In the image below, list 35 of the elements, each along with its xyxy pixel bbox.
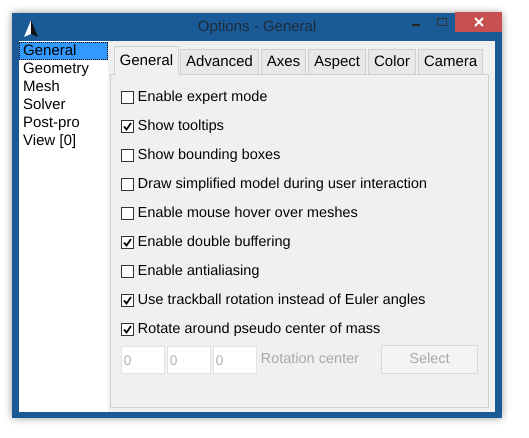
tab[interactable]: Color: [368, 49, 416, 74]
sidebar-item[interactable]: View [0]: [19, 132, 108, 150]
checkbox-label: Enable expert mode: [138, 88, 268, 107]
checkbox-label: Rotate around pseudo center of mass: [138, 320, 380, 339]
window-title: Options - General: [198, 16, 316, 37]
tab[interactable]: Camera: [418, 49, 484, 74]
tab[interactable]: Axes: [260, 49, 306, 74]
tab[interactable]: Advanced: [180, 49, 259, 74]
checkbox-label: Enable double buffering: [138, 232, 291, 252]
checkbox-label: Show bounding boxes: [138, 146, 280, 165]
tab[interactable]: General: [114, 46, 180, 75]
close-icon: [474, 17, 484, 27]
checkbox[interactable]: [120, 323, 134, 336]
checkbox-label: Show tooltips: [138, 116, 224, 136]
checkbox[interactable]: [120, 149, 134, 162]
app-logo-icon: [23, 20, 39, 38]
tab[interactable]: Aspect: [308, 49, 366, 74]
close-button[interactable]: [455, 12, 502, 32]
checkbox[interactable]: [120, 120, 134, 133]
rotation-center-label: Rotation center: [260, 350, 359, 369]
checkbox[interactable]: [120, 207, 134, 220]
sidebar-item[interactable]: Solver: [19, 96, 108, 114]
checkbox[interactable]: [120, 265, 134, 278]
checkbox-label: Enable mouse hover over meshes: [138, 204, 358, 223]
checkbox-label: Use trackball rotation instead of Euler angles: [138, 290, 426, 310]
sidebar-item[interactable]: Mesh: [19, 78, 108, 96]
sidebar-item[interactable]: Geometry: [19, 60, 108, 78]
checkbox[interactable]: [120, 294, 134, 307]
checkbox[interactable]: [120, 236, 134, 249]
checkbox-label: Draw simplified model during user interaction: [138, 174, 427, 194]
sidebar-item[interactable]: Post-pro: [19, 114, 108, 132]
checkbox[interactable]: [120, 178, 134, 191]
checkbox-label: Enable antialiasing: [138, 262, 260, 281]
checkbox[interactable]: [120, 91, 134, 104]
sidebar-item[interactable]: General: [19, 42, 108, 60]
